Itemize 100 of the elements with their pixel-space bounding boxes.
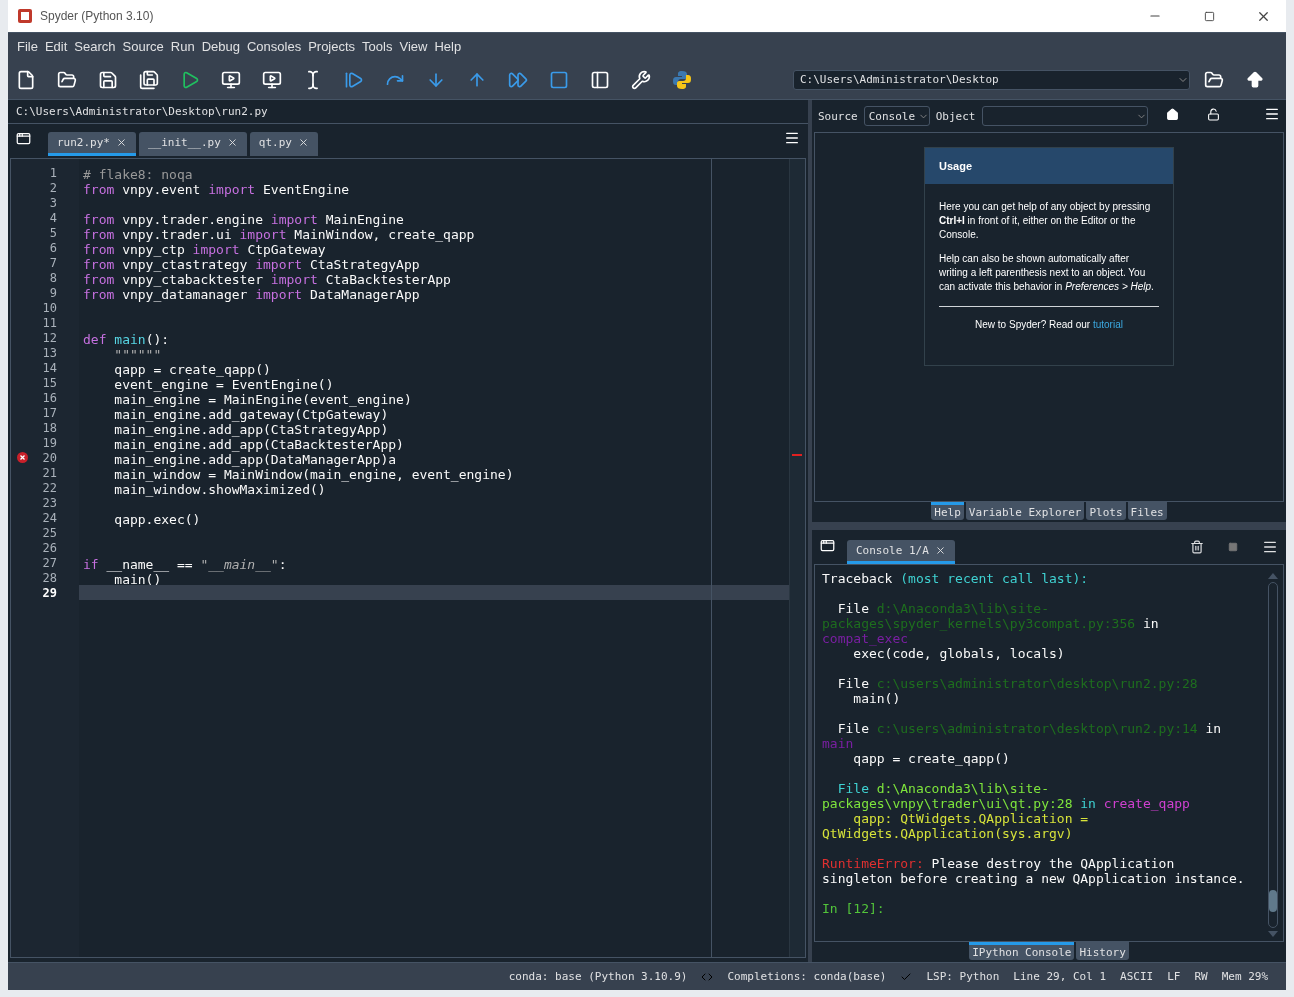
code-line: # flake8: noqa	[83, 167, 193, 182]
code-line: main()	[113, 572, 162, 587]
code-line: """"""	[113, 347, 162, 362]
object-field[interactable]	[981, 106, 1148, 126]
menu-item[interactable]: Run	[167, 37, 198, 56]
menu-item[interactable]: Projects	[305, 37, 359, 56]
stop-icon[interactable]	[549, 69, 569, 90]
menu-item[interactable]: Consoles	[243, 37, 305, 56]
line-number: 15	[41, 375, 57, 390]
pane-tab[interactable]: Plots	[1086, 502, 1126, 520]
line-number: 18	[41, 420, 57, 435]
open-folder-icon[interactable]	[57, 69, 77, 90]
menu-icon[interactable]	[784, 130, 800, 146]
trash-icon[interactable]	[1190, 540, 1204, 554]
line-number: 26	[41, 540, 57, 555]
code-line: main_engine.add_app(CtaBacktesterApp)	[113, 437, 404, 452]
wrench-icon[interactable]	[631, 69, 651, 90]
console-line: File d:\Anaconda3\lib\site-	[836, 601, 1049, 616]
pane-tab[interactable]: IPython Console	[969, 942, 1075, 960]
console-prompt: In [12]:	[822, 901, 885, 916]
menu-item[interactable]: Search	[71, 37, 119, 56]
run-cell-icon[interactable]	[221, 69, 241, 90]
file-tab[interactable]: __init__.py	[139, 132, 247, 156]
code-line: from vnpy.trader.ui import MainWindow, create_qapp	[83, 227, 475, 242]
line-number: 21	[41, 465, 57, 480]
line-number: 12	[41, 330, 57, 345]
browse-tabs-icon[interactable]	[16, 130, 31, 146]
save-icon[interactable]	[98, 69, 118, 90]
file-path: C:\Users\Administrator\Desktop\run2.py	[8, 100, 808, 124]
line-number: 7	[48, 255, 57, 270]
line-number: 20	[41, 450, 57, 465]
menu-item[interactable]: Edit	[41, 37, 71, 56]
menu-item[interactable]: Tools	[359, 37, 396, 56]
panel-icon[interactable]	[590, 69, 610, 90]
code-line: from vnpy.event import EventEngine	[83, 182, 350, 197]
object-label: Object	[935, 109, 976, 123]
menu-item[interactable]: View	[396, 37, 431, 56]
code-line: main_engine.add_gateway(CtpGateway)	[113, 407, 389, 422]
python-logo-icon[interactable]	[672, 69, 692, 90]
stop-icon[interactable]	[1228, 542, 1238, 552]
file-tab[interactable]: qt.py	[249, 132, 318, 156]
line-number: 17	[41, 405, 57, 420]
maximize-icon[interactable]	[1203, 10, 1215, 22]
menu-item[interactable]: Help	[431, 37, 465, 56]
code-line: event_engine = EventEngine()	[113, 377, 334, 392]
close-icon[interactable]	[226, 137, 238, 148]
source-dropdown[interactable]: Console	[863, 106, 930, 126]
open-folder-icon[interactable]	[1204, 69, 1224, 90]
console-line: singleton before creating a new QApplication instance.	[822, 871, 1245, 886]
pane-tab[interactable]: Variable Explorer	[965, 502, 1085, 520]
run-cell-advance-icon[interactable]	[262, 69, 282, 90]
menu-icon[interactable]	[1264, 106, 1280, 122]
menu-item[interactable]: Debug	[198, 37, 243, 56]
console-line: main	[822, 736, 854, 751]
status-item: conda: base (Python 3.10.9)	[508, 970, 688, 983]
close-icon[interactable]	[297, 137, 309, 148]
code-line: qapp = create_qapp()	[113, 362, 271, 377]
console-line: exec(code, globals, locals)	[852, 646, 1065, 661]
line-number: 9	[48, 285, 57, 300]
menu-item[interactable]: Source	[119, 37, 167, 56]
line-number: 23	[41, 495, 57, 510]
lock-icon[interactable]	[1206, 108, 1220, 121]
usage-title: Usage	[925, 148, 1173, 184]
console-line: qapp: QtWidgets.QApplication =	[852, 811, 1089, 826]
line-number: 3	[48, 195, 57, 210]
browse-tabs-icon[interactable]	[820, 537, 835, 553]
file-tab[interactable]: run2.py*	[48, 132, 136, 156]
file-tab[interactable]: Console 1/A	[847, 540, 955, 564]
pane-tab[interactable]: History	[1076, 942, 1129, 960]
console-line: QtWidgets.QApplication(sys.argv)	[822, 826, 1073, 841]
code-line: from vnpy_ctastrategy import CtaStrategyApp	[83, 257, 420, 272]
console-line: File d:\Anaconda3\lib\site-	[836, 781, 1049, 796]
line-number: 4	[48, 210, 57, 225]
new-file-icon[interactable]	[16, 69, 36, 90]
app-logo-icon	[18, 9, 32, 23]
status-item: Mem 29%	[1221, 970, 1268, 983]
code-line: from vnpy_ctp import CtpGateway	[83, 242, 326, 257]
tutorial-link[interactable]: tutorial	[1092, 319, 1123, 330]
status-item: Line 29, Col 1	[1013, 970, 1106, 983]
close-icon[interactable]	[934, 545, 946, 556]
line-number: 29	[41, 585, 57, 600]
line-number: 11	[41, 315, 57, 330]
debug-icon[interactable]	[344, 69, 364, 90]
run-icon[interactable]	[180, 69, 200, 90]
save-all-icon[interactable]	[139, 69, 159, 90]
console-line: Traceback (most recent call last):	[822, 571, 1089, 586]
line-number: 19	[41, 435, 57, 450]
continue-icon[interactable]	[508, 69, 528, 90]
home-icon[interactable]	[1165, 108, 1179, 121]
menu-item[interactable]: File	[14, 37, 41, 56]
source-label: Source	[818, 109, 858, 123]
close-icon[interactable]	[116, 137, 127, 148]
pane-tab[interactable]: Help	[931, 502, 964, 520]
working-directory-field[interactable]: C:\Users\Administrator\Desktop	[793, 69, 1190, 90]
parent-directory-icon[interactable]	[1245, 69, 1265, 90]
menu-icon[interactable]	[1262, 539, 1278, 555]
code-line: main_engine.add_app(DataManagerApp)a	[113, 452, 397, 467]
pane-tab[interactable]: Files	[1127, 502, 1167, 520]
help-footer: New to Spyder? Read our tutorial	[939, 306, 1159, 330]
code-line: def main():	[83, 332, 170, 347]
